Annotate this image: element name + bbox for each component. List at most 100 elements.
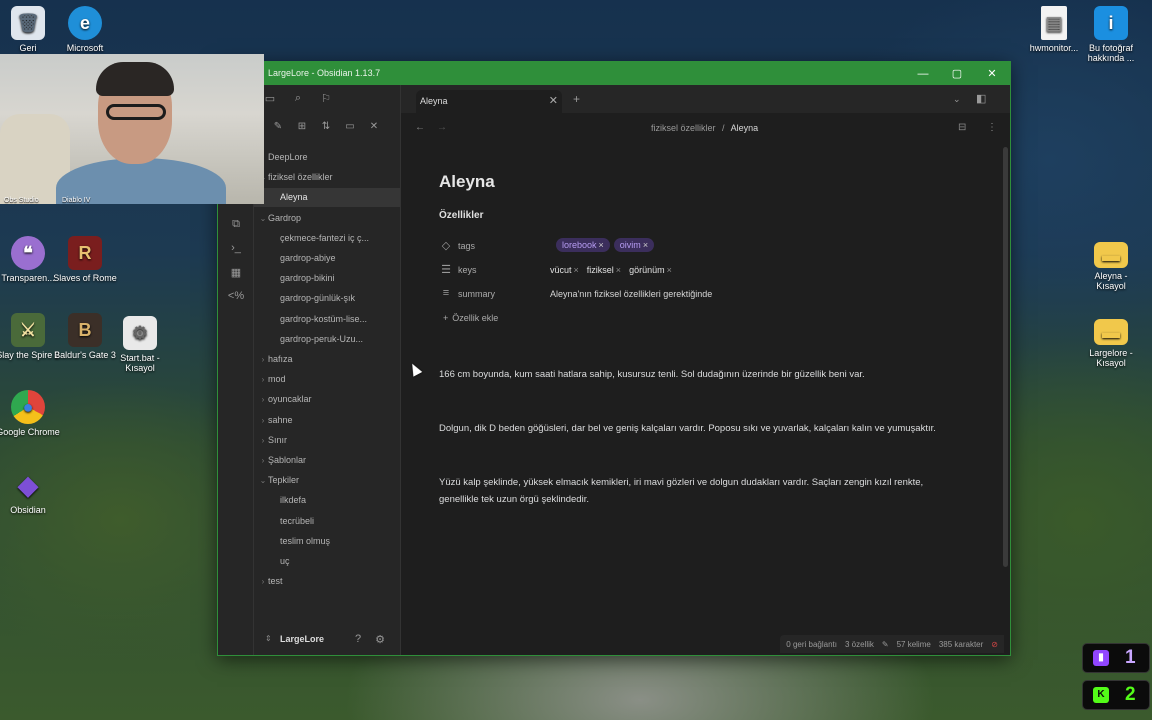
tag-pill[interactable]: oivim ×: [613, 238, 655, 252]
tree-item[interactable]: Aleyna: [254, 188, 400, 208]
breadcrumb-folder[interactable]: fiziksel özellikler: [651, 123, 716, 133]
tree-item[interactable]: › sahne: [254, 411, 400, 430]
paragraph[interactable]: Yüzü kalp şeklinde, yüksek elmacık kemik…: [439, 474, 954, 508]
tree-item[interactable]: tecrübeli: [254, 512, 400, 531]
window-titlebar[interactable]: LargeLore - Obsidian 1.13.7 — ▢ ✕: [218, 62, 1010, 85]
tree-item[interactable]: › mod: [254, 370, 400, 389]
tag-pill[interactable]: lorebook ×: [556, 238, 610, 252]
maximize-button[interactable]: ▢: [942, 64, 972, 83]
remove-key-icon[interactable]: ×: [667, 265, 672, 275]
vault-switcher[interactable]: ⇕ LargeLore ? ⚙: [254, 625, 400, 655]
tree-item[interactable]: çekmece-fantezi iç ç...: [254, 229, 400, 248]
new-note-icon[interactable]: ✎: [270, 121, 286, 135]
blocks-icon[interactable]: ▦: [227, 266, 245, 282]
chevron-right-icon[interactable]: ›: [258, 390, 268, 409]
add-property-button[interactable]: + Özellik ekle: [443, 313, 498, 323]
chevron-right-icon[interactable]: ›: [258, 411, 268, 430]
property-key[interactable]: summary: [458, 289, 495, 299]
remove-tag-icon[interactable]: ×: [643, 240, 648, 250]
property-value[interactable]: Aleyna'nın fiziksel özellikleri gerektiğ…: [550, 286, 712, 299]
sort-icon[interactable]: ⇅: [318, 121, 334, 135]
back-arrow-icon[interactable]: ←: [415, 122, 425, 133]
bookmark-icon[interactable]: ⚐: [318, 92, 334, 106]
desktop-icon-recycle-bin[interactable]: 🗑 Geri: [0, 6, 60, 53]
tree-item[interactable]: gardrop-peruk-Uzu...: [254, 330, 400, 349]
chevron-down-icon[interactable]: ⌄: [258, 471, 268, 490]
desktop-icon-photo-info[interactable]: i Bu fotoğraf hakkında ...: [1079, 6, 1143, 63]
close-icon[interactable]: ✕: [366, 121, 382, 135]
chevron-right-icon[interactable]: ›: [258, 370, 268, 389]
property-tags[interactable]: ◇ tags lorebook × oivim ×: [439, 236, 954, 256]
tree-item[interactable]: › Şablonlar: [254, 451, 400, 470]
breadcrumb-current[interactable]: Aleyna: [731, 123, 759, 133]
property-value[interactable]: lorebook × oivim ×: [556, 238, 658, 252]
property-value[interactable]: vücut × fiziksel × görünüm ×: [550, 262, 680, 275]
sidebar-toggle-icon[interactable]: ◧: [976, 92, 986, 105]
tree-item[interactable]: ›DeepLore: [254, 148, 400, 167]
chevron-right-icon[interactable]: ›: [258, 431, 268, 450]
sync-off-icon[interactable]: ⊘: [991, 640, 998, 649]
desktop-icon-slay-the-spire[interactable]: ⚔ Slay the Spire 2: [0, 313, 60, 360]
key-pill[interactable]: vücut ×: [550, 262, 579, 275]
forward-arrow-icon[interactable]: →: [437, 122, 447, 133]
remove-key-icon[interactable]: ×: [616, 265, 621, 275]
paragraph[interactable]: 166 cm boyunda, kum saati hatlara sahip,…: [439, 366, 954, 383]
tree-item[interactable]: gardrop-günlük-şık: [254, 289, 400, 308]
chevron-down-icon[interactable]: ⌄: [953, 94, 961, 105]
tree-item[interactable]: › test: [254, 572, 400, 591]
desktop-icon-hwmonitor[interactable]: ▤ hwmonitor...: [1022, 6, 1086, 53]
tree-item[interactable]: ilkdefa: [254, 491, 400, 510]
code-icon[interactable]: <%: [227, 290, 245, 306]
tree-item[interactable]: teslim olmuş: [254, 532, 400, 551]
search-icon[interactable]: ⌕: [290, 92, 306, 106]
tree-item[interactable]: › Sınır: [254, 431, 400, 450]
help-icon[interactable]: ?: [351, 633, 365, 647]
collapse-icon[interactable]: ▭: [342, 121, 358, 135]
property-key[interactable]: keys: [458, 265, 477, 275]
property-key[interactable]: tags: [458, 241, 475, 251]
chevron-right-icon[interactable]: ›: [258, 451, 268, 470]
properties-heading[interactable]: Özellikler: [439, 210, 483, 221]
backlinks-count[interactable]: 0 geri bağlantı: [786, 640, 837, 649]
chevron-down-icon[interactable]: ⌄: [258, 209, 268, 228]
scrollbar[interactable]: [1003, 147, 1008, 567]
property-summary[interactable]: ≡ summary Aleyna'nın fiziksel özellikler…: [439, 284, 954, 304]
tree-item[interactable]: uç: [254, 552, 400, 571]
settings-icon[interactable]: ⚙: [373, 633, 387, 647]
terminal-icon[interactable]: ›_: [227, 242, 245, 258]
tree-item[interactable]: gardrop-bikini: [254, 269, 400, 288]
reading-view-icon[interactable]: ⊟: [958, 122, 966, 133]
minimize-button[interactable]: —: [908, 64, 938, 83]
chevron-right-icon[interactable]: ›: [258, 572, 268, 591]
tree-item[interactable]: ⌄fiziksel özellikler: [254, 168, 400, 187]
note-title[interactable]: Aleyna: [439, 172, 495, 192]
close-window-button[interactable]: ✕: [977, 64, 1007, 83]
tab-aleyna[interactable]: Aleyna ✕: [416, 90, 562, 113]
chevron-right-icon[interactable]: ›: [258, 350, 268, 369]
tree-item[interactable]: › oyuncaklar: [254, 390, 400, 409]
tree-item[interactable]: gardrop-abiye: [254, 249, 400, 268]
copy-icon[interactable]: ⧉: [227, 218, 245, 234]
key-pill[interactable]: fiziksel ×: [587, 262, 621, 275]
desktop-icon-largelore-shortcut[interactable]: ▬ Largelore - Kısayol: [1079, 315, 1143, 368]
close-tab-icon[interactable]: ✕: [549, 94, 558, 107]
remove-key-icon[interactable]: ×: [574, 265, 579, 275]
more-options-icon[interactable]: ⋮: [987, 122, 997, 133]
desktop-icon-aleyna-shortcut[interactable]: ▬ Aleyna - Kısayol: [1079, 238, 1143, 291]
desktop-icon-transparent[interactable]: ❝ Transparen...: [0, 236, 60, 283]
paragraph[interactable]: Dolgun, dik D beden göğüsleri, dar bel v…: [439, 420, 954, 437]
property-keys[interactable]: ☰ keys vücut × fiziksel × görünüm ×: [439, 260, 954, 280]
tree-item[interactable]: › hafıza: [254, 350, 400, 369]
remove-tag-icon[interactable]: ×: [599, 240, 604, 250]
key-pill[interactable]: görünüm ×: [629, 262, 672, 275]
edit-pencil-icon[interactable]: ✎: [882, 640, 889, 649]
desktop-icon-slaves-of-rome[interactable]: R Slaves of Rome: [53, 236, 117, 283]
properties-count[interactable]: 3 özellik: [845, 640, 874, 649]
tree-item[interactable]: ⌄ Tepkiler: [254, 471, 400, 490]
tree-item[interactable]: ⌄ Gardrop: [254, 209, 400, 228]
desktop-icon-obsidian[interactable]: ◆ Obsidian: [0, 468, 60, 515]
desktop-icon-chrome[interactable]: ● Google Chrome: [0, 390, 60, 437]
new-tab-button[interactable]: +: [573, 92, 580, 106]
new-folder-icon[interactable]: ⊞: [294, 121, 310, 135]
desktop-icon-start-bat[interactable]: ⚙ Start.bat - Kısayol: [108, 316, 172, 373]
